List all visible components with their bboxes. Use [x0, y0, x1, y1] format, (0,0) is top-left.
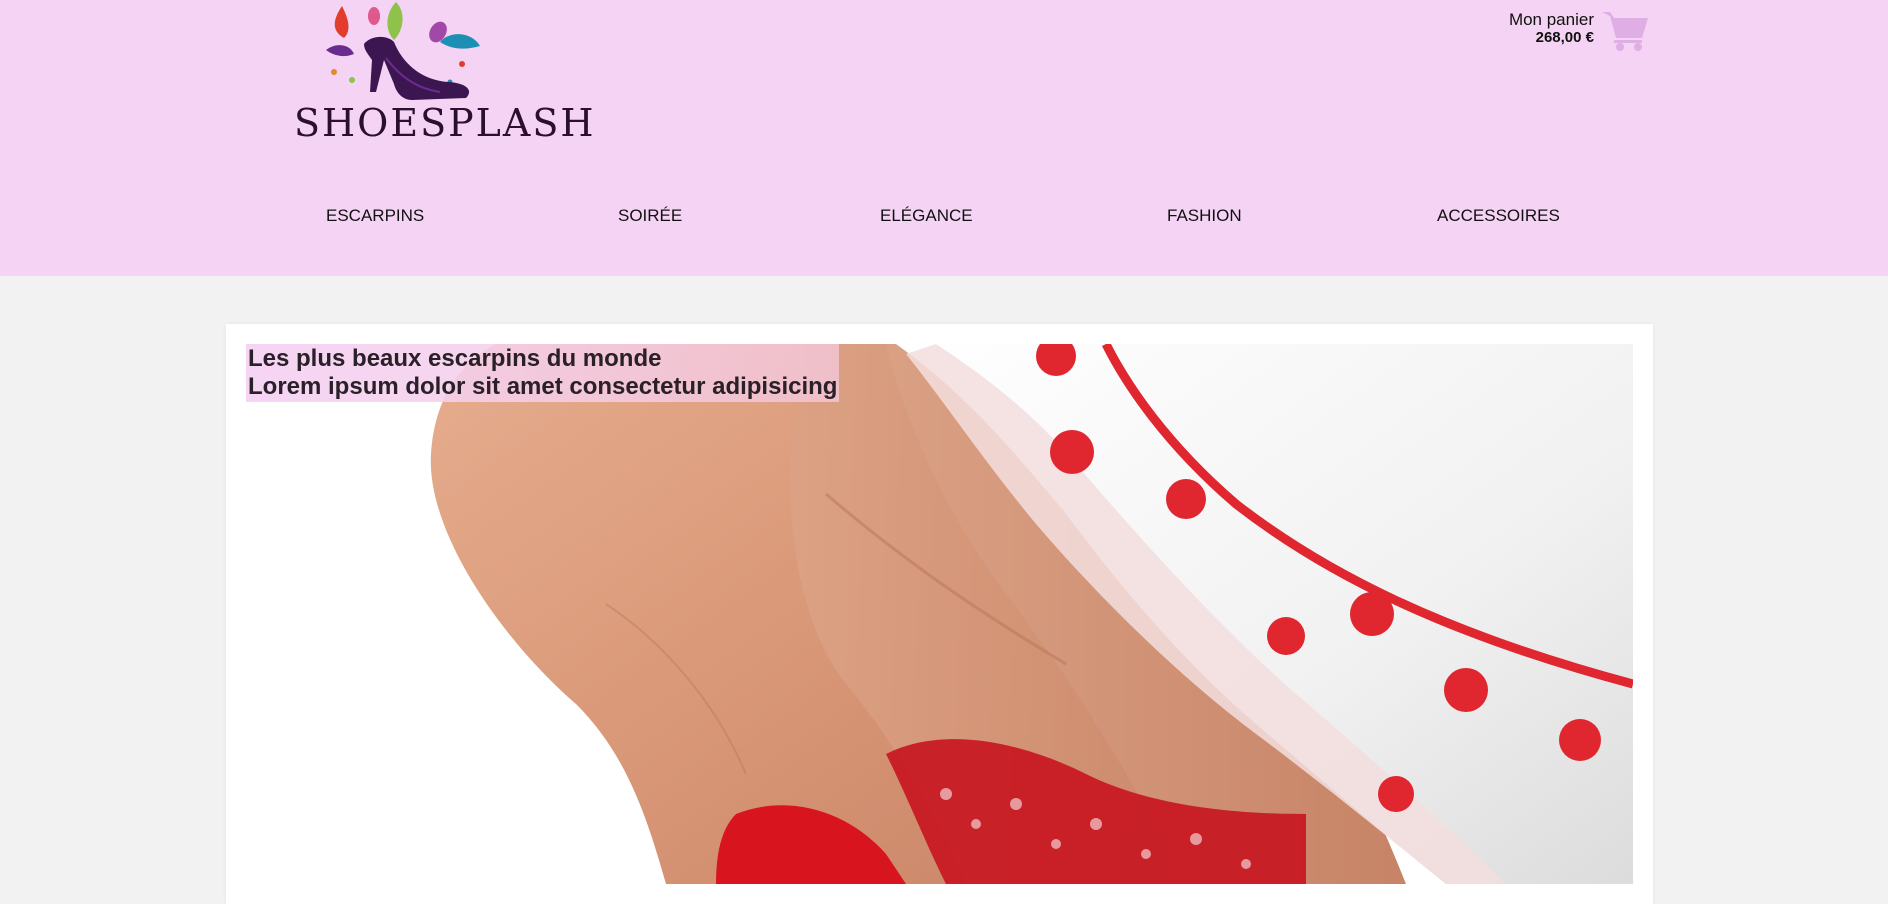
cart-icon[interactable]	[1600, 8, 1650, 52]
main-nav: ESCARPINS SOIRÉE ELÉGANCE FASHION ACCESS…	[0, 206, 1888, 230]
nav-item-elegance[interactable]: ELÉGANCE	[880, 206, 973, 226]
high-heel-splash-logo-icon	[326, 2, 480, 100]
logo[interactable]: SHOESPLASH	[290, 0, 596, 156]
nav-item-soiree[interactable]: SOIRÉE	[618, 206, 682, 226]
hero-subheading: Lorem ipsum dolor sit amet consectetur a…	[248, 373, 838, 400]
hero-heading: Les plus beaux escarpins du monde	[248, 345, 662, 372]
nav-item-accessoires[interactable]: ACCESSOIRES	[1437, 206, 1560, 226]
cart-label: Mon panier	[1508, 10, 1594, 29]
legs-skirt-photo	[246, 344, 1633, 884]
hero-caption: Les plus beaux escarpins du monde Lorem …	[246, 344, 840, 402]
hero-image[interactable]	[246, 344, 1633, 884]
nav-item-fashion[interactable]: FASHION	[1167, 206, 1242, 226]
site-header: SHOESPLASH Mon panier 268,00 € ESCARPINS…	[0, 0, 1888, 276]
logo-wordmark: SHOESPLASH	[294, 101, 596, 145]
cart-widget[interactable]: Mon panier 268,00 €	[1480, 8, 1650, 52]
hero-banner: Les plus beaux escarpins du monde Lorem …	[226, 324, 1653, 904]
nav-item-escarpins[interactable]: ESCARPINS	[326, 206, 424, 226]
cart-total: 268,00 €	[1535, 29, 1594, 46]
